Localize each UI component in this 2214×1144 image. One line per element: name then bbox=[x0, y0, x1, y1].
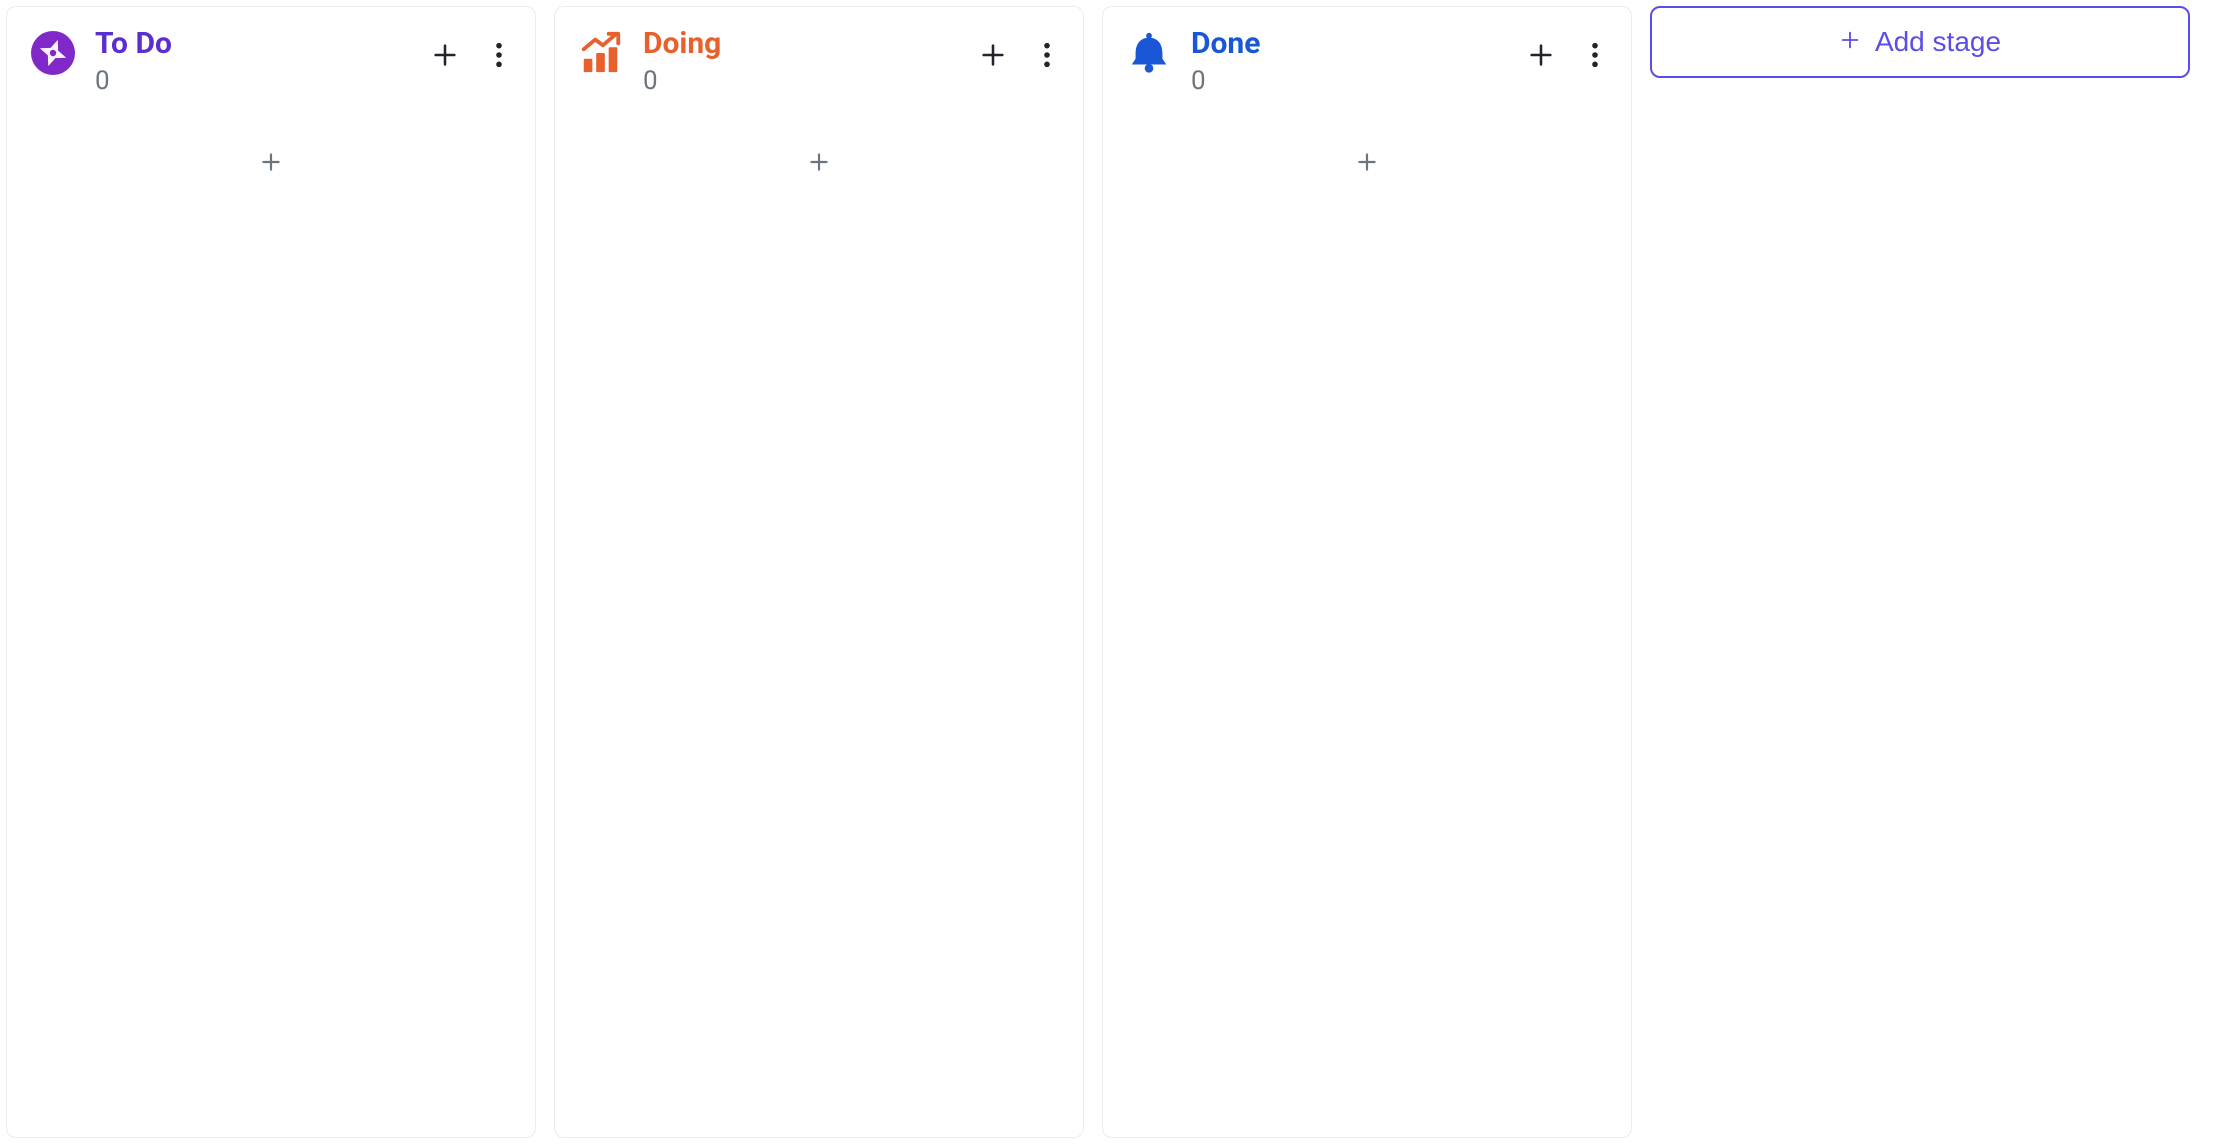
column-actions bbox=[427, 25, 507, 73]
column-header: Done 0 bbox=[1103, 7, 1631, 110]
add-stage-button[interactable]: Add stage bbox=[1650, 6, 2190, 78]
column-doing: Doing 0 bbox=[554, 6, 1084, 1138]
plus-icon bbox=[258, 149, 284, 175]
plus-icon bbox=[806, 149, 832, 175]
column-title[interactable]: Doing bbox=[643, 27, 957, 62]
column-title[interactable]: Done bbox=[1191, 27, 1505, 62]
add-card-button[interactable] bbox=[1113, 138, 1621, 186]
add-card-header-button[interactable] bbox=[975, 37, 1011, 73]
plus-icon bbox=[431, 41, 459, 69]
kanban-board: To Do 0 bbox=[6, 6, 2208, 1138]
column-done: Done 0 bbox=[1102, 6, 1632, 1138]
column-title-block: Doing 0 bbox=[643, 25, 957, 96]
column-menu-button[interactable] bbox=[1587, 37, 1603, 73]
add-card-button[interactable] bbox=[565, 138, 1073, 186]
plus-icon bbox=[1527, 41, 1555, 69]
bell-icon bbox=[1125, 29, 1173, 77]
column-title-block: Done 0 bbox=[1191, 25, 1505, 96]
add-card-header-button[interactable] bbox=[1523, 37, 1559, 73]
plus-icon bbox=[1839, 26, 1861, 58]
plus-icon bbox=[1354, 149, 1380, 175]
more-vertical-icon bbox=[1591, 41, 1599, 69]
plus-icon bbox=[979, 41, 1007, 69]
column-count: 0 bbox=[643, 66, 957, 96]
column-title[interactable]: To Do bbox=[95, 27, 409, 62]
column-title-block: To Do 0 bbox=[95, 25, 409, 96]
more-vertical-icon bbox=[1043, 41, 1051, 69]
column-menu-button[interactable] bbox=[491, 37, 507, 73]
column-actions bbox=[975, 25, 1055, 73]
column-to-do: To Do 0 bbox=[6, 6, 536, 1138]
column-body bbox=[555, 110, 1083, 1138]
more-vertical-icon bbox=[495, 41, 503, 69]
add-stage-label: Add stage bbox=[1875, 26, 2001, 58]
add-card-header-button[interactable] bbox=[427, 37, 463, 73]
column-menu-button[interactable] bbox=[1039, 37, 1055, 73]
column-count: 0 bbox=[1191, 66, 1505, 96]
compass-icon bbox=[29, 29, 77, 77]
column-count: 0 bbox=[95, 66, 409, 96]
chart-up-icon bbox=[577, 29, 625, 77]
column-header: To Do 0 bbox=[7, 7, 535, 110]
column-actions bbox=[1523, 25, 1603, 73]
column-header: Doing 0 bbox=[555, 7, 1083, 110]
column-body bbox=[1103, 110, 1631, 1138]
column-body bbox=[7, 110, 535, 1138]
add-card-button[interactable] bbox=[17, 138, 525, 186]
add-stage-container: Add stage bbox=[1650, 6, 2190, 78]
